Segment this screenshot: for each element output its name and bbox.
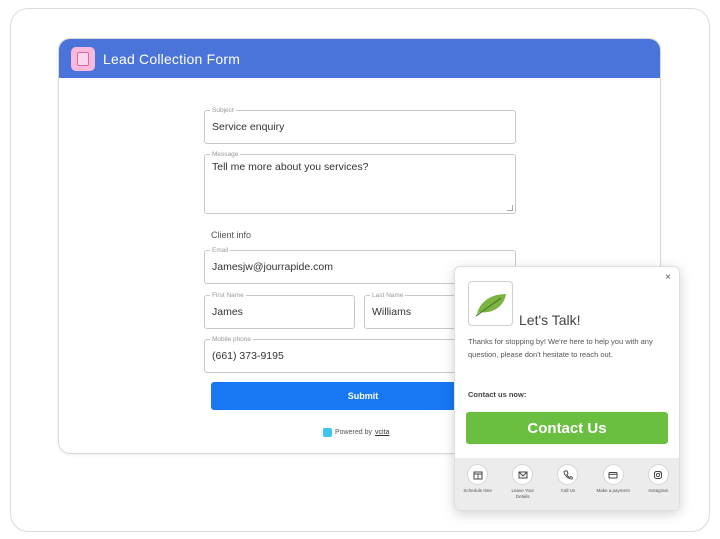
- envelope-icon: [512, 464, 534, 485]
- resize-handle-icon[interactable]: [507, 205, 513, 211]
- action-label: Schedule time: [463, 488, 492, 493]
- lets-talk-widget: × Let's Talk! Thanks for stopping by! We…: [454, 266, 680, 511]
- mobile-phone-value: (661) 373-9195: [212, 350, 284, 362]
- form-title: Lead Collection Form: [103, 50, 241, 67]
- widget-action-bar: Schedule time Leave Your Details Call Us…: [455, 458, 679, 510]
- phone-icon: [557, 464, 579, 485]
- contact-now-label: Contact us now:: [468, 390, 527, 399]
- vcita-link[interactable]: vcita: [375, 429, 389, 436]
- first-name-field[interactable]: First Name James: [204, 291, 355, 329]
- widget-title: Let's Talk!: [519, 312, 581, 328]
- last-name-label: Last Name: [370, 291, 406, 300]
- leaf-icon: [475, 293, 506, 316]
- form-app-icon: [71, 46, 95, 71]
- powered-by-text: Powered by: [335, 429, 372, 436]
- vcita-logo-icon: [323, 428, 332, 437]
- action-label: Leave Your Details: [511, 488, 535, 499]
- instagram-icon: [647, 464, 669, 485]
- widget-body: Thanks for stopping by! We're here to he…: [468, 337, 653, 359]
- action-schedule-time[interactable]: Schedule time: [458, 464, 498, 510]
- subject-value: Service enquiry: [212, 121, 285, 133]
- contact-us-button[interactable]: Contact Us: [466, 412, 668, 444]
- first-name-label: First Name: [210, 291, 246, 300]
- action-label: Instagram: [648, 488, 669, 493]
- action-leave-details[interactable]: Leave Your Details: [503, 464, 543, 510]
- action-instagram[interactable]: Instagram: [638, 464, 678, 510]
- mobile-phone-label: Mobile phone: [210, 335, 254, 344]
- email-value: Jamesjw@jourrapide.com: [212, 261, 333, 273]
- leaf-logo: [468, 281, 513, 326]
- last-name-value: Williams: [372, 306, 412, 318]
- action-make-payment[interactable]: Make a payment: [593, 464, 633, 510]
- message-value: Tell me more about you services?: [212, 161, 369, 173]
- email-label: Email: [210, 246, 231, 255]
- message-label: Message: [210, 150, 241, 159]
- action-label: Call Us: [560, 488, 576, 493]
- subject-label: Subject: [210, 106, 236, 115]
- first-name-value: James: [212, 306, 243, 318]
- form-header: Lead Collection Form: [59, 39, 660, 78]
- calendar-icon: [467, 464, 489, 485]
- card-icon: [602, 464, 624, 485]
- message-field[interactable]: Message Tell me more about you services?: [204, 150, 516, 214]
- client-info-label: Client info: [211, 230, 252, 240]
- powered-by: Powered by vcita: [323, 428, 389, 437]
- close-icon[interactable]: ×: [665, 272, 671, 283]
- action-label: Make a payment: [596, 488, 630, 493]
- action-call-us[interactable]: Call Us: [548, 464, 588, 510]
- subject-field[interactable]: Subject Service enquiry: [204, 106, 516, 144]
